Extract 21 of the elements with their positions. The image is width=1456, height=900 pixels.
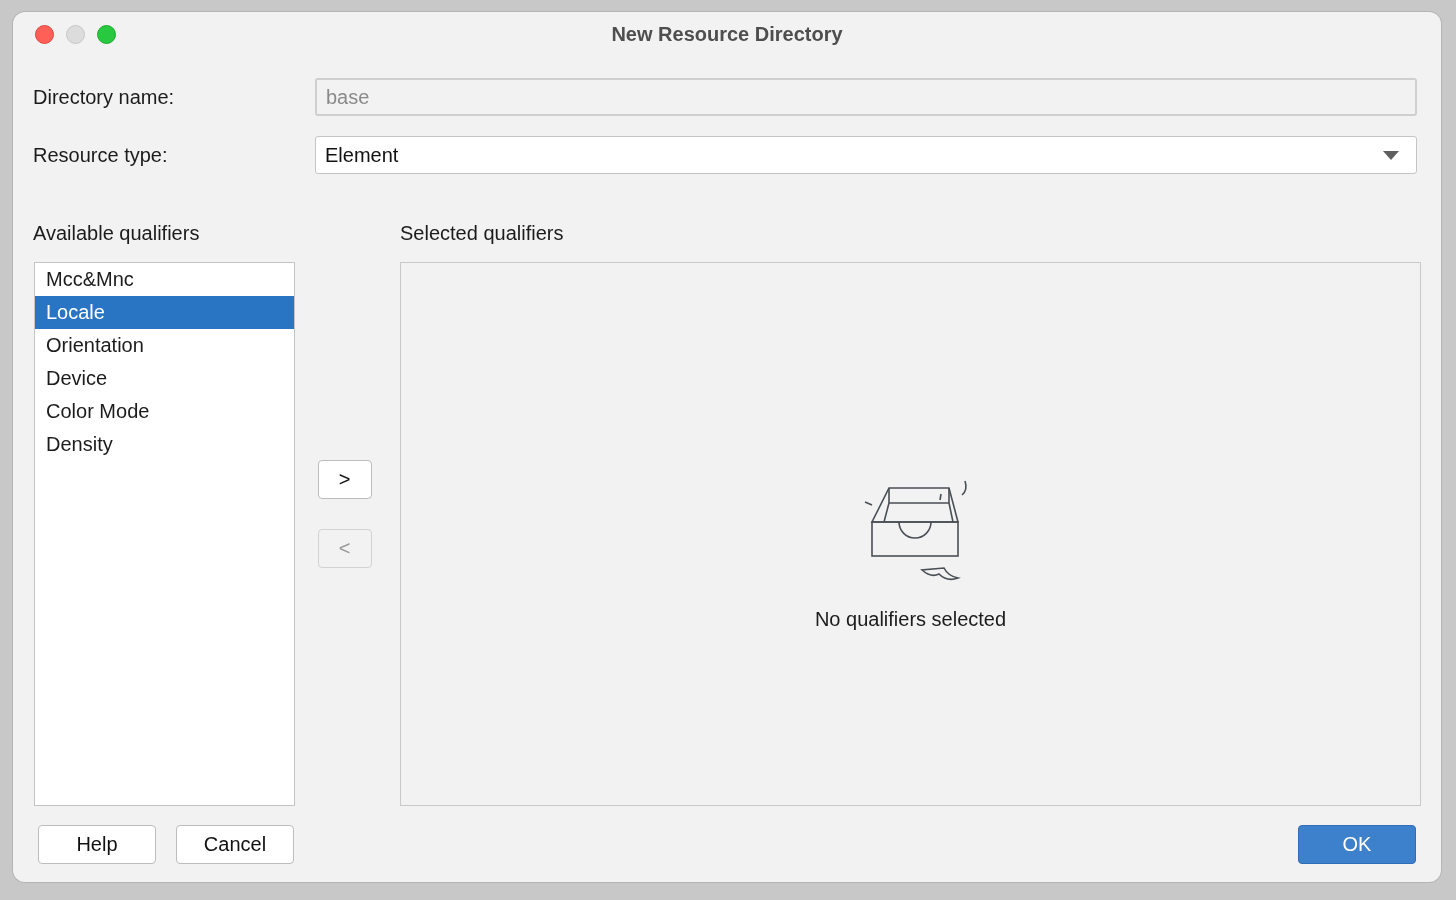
close-icon[interactable] [35, 25, 54, 44]
minimize-icon[interactable] [66, 25, 85, 44]
list-item[interactable]: Mcc&Mnc [35, 263, 294, 296]
list-item[interactable]: Orientation [35, 329, 294, 362]
field-label: Directory name: [33, 85, 176, 109]
list-item[interactable]: Color Mode [35, 395, 294, 428]
section-heading: Selected qualifiers [400, 222, 565, 246]
list-item[interactable]: Locale [35, 296, 294, 329]
caret-icon [1383, 150, 1399, 160]
section-heading: Available qualifiers [33, 222, 201, 246]
move-button[interactable]: > [317, 460, 372, 499]
window-title: New Resource Directory [611, 22, 843, 46]
dialog-button[interactable]: Cancel [176, 825, 294, 864]
dialog-button[interactable]: Help [38, 825, 156, 864]
ok-button[interactable]: OK [1298, 825, 1416, 864]
zoom-icon[interactable] [97, 25, 116, 44]
resource-type-dropdown[interactable]: Element [315, 136, 1417, 174]
list-item[interactable]: Device [35, 362, 294, 395]
empty-state-text: No qualifiers selected [814, 607, 1007, 631]
list-item[interactable]: Density [35, 428, 294, 461]
field-label: Resource type: [33, 143, 169, 167]
